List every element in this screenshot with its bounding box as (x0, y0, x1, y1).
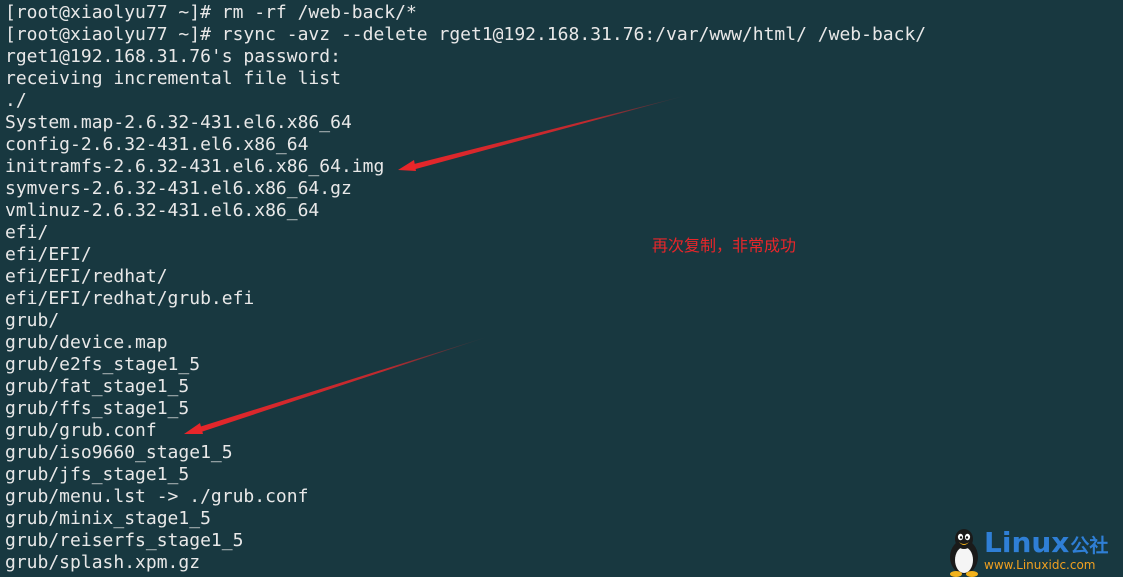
arrow-to-grub-conf (184, 336, 490, 434)
watermark-brand: Linux公社 (984, 528, 1108, 561)
annotation-arrows (184, 95, 688, 434)
arrow-shaft (196, 336, 490, 433)
terminal-window[interactable]: [root@xiaolyu77 ~]# rm -rf /web-back/* [… (0, 0, 1123, 577)
tux-penguin-icon (950, 529, 978, 577)
arrow-shaft (410, 95, 688, 170)
arrow-head (184, 423, 203, 434)
watermark-brand-cn: 公社 (1070, 535, 1109, 557)
arrow-head (398, 160, 416, 171)
watermark-url: www.Linuxidc.com (984, 558, 1096, 572)
watermark-brand-en: Linux (984, 526, 1070, 559)
site-watermark: Linux公社 www.Linuxidc.com (946, 527, 1122, 577)
arrow-to-initramfs (398, 95, 688, 171)
annotation-note: 再次复制，非常成功 (652, 236, 797, 255)
